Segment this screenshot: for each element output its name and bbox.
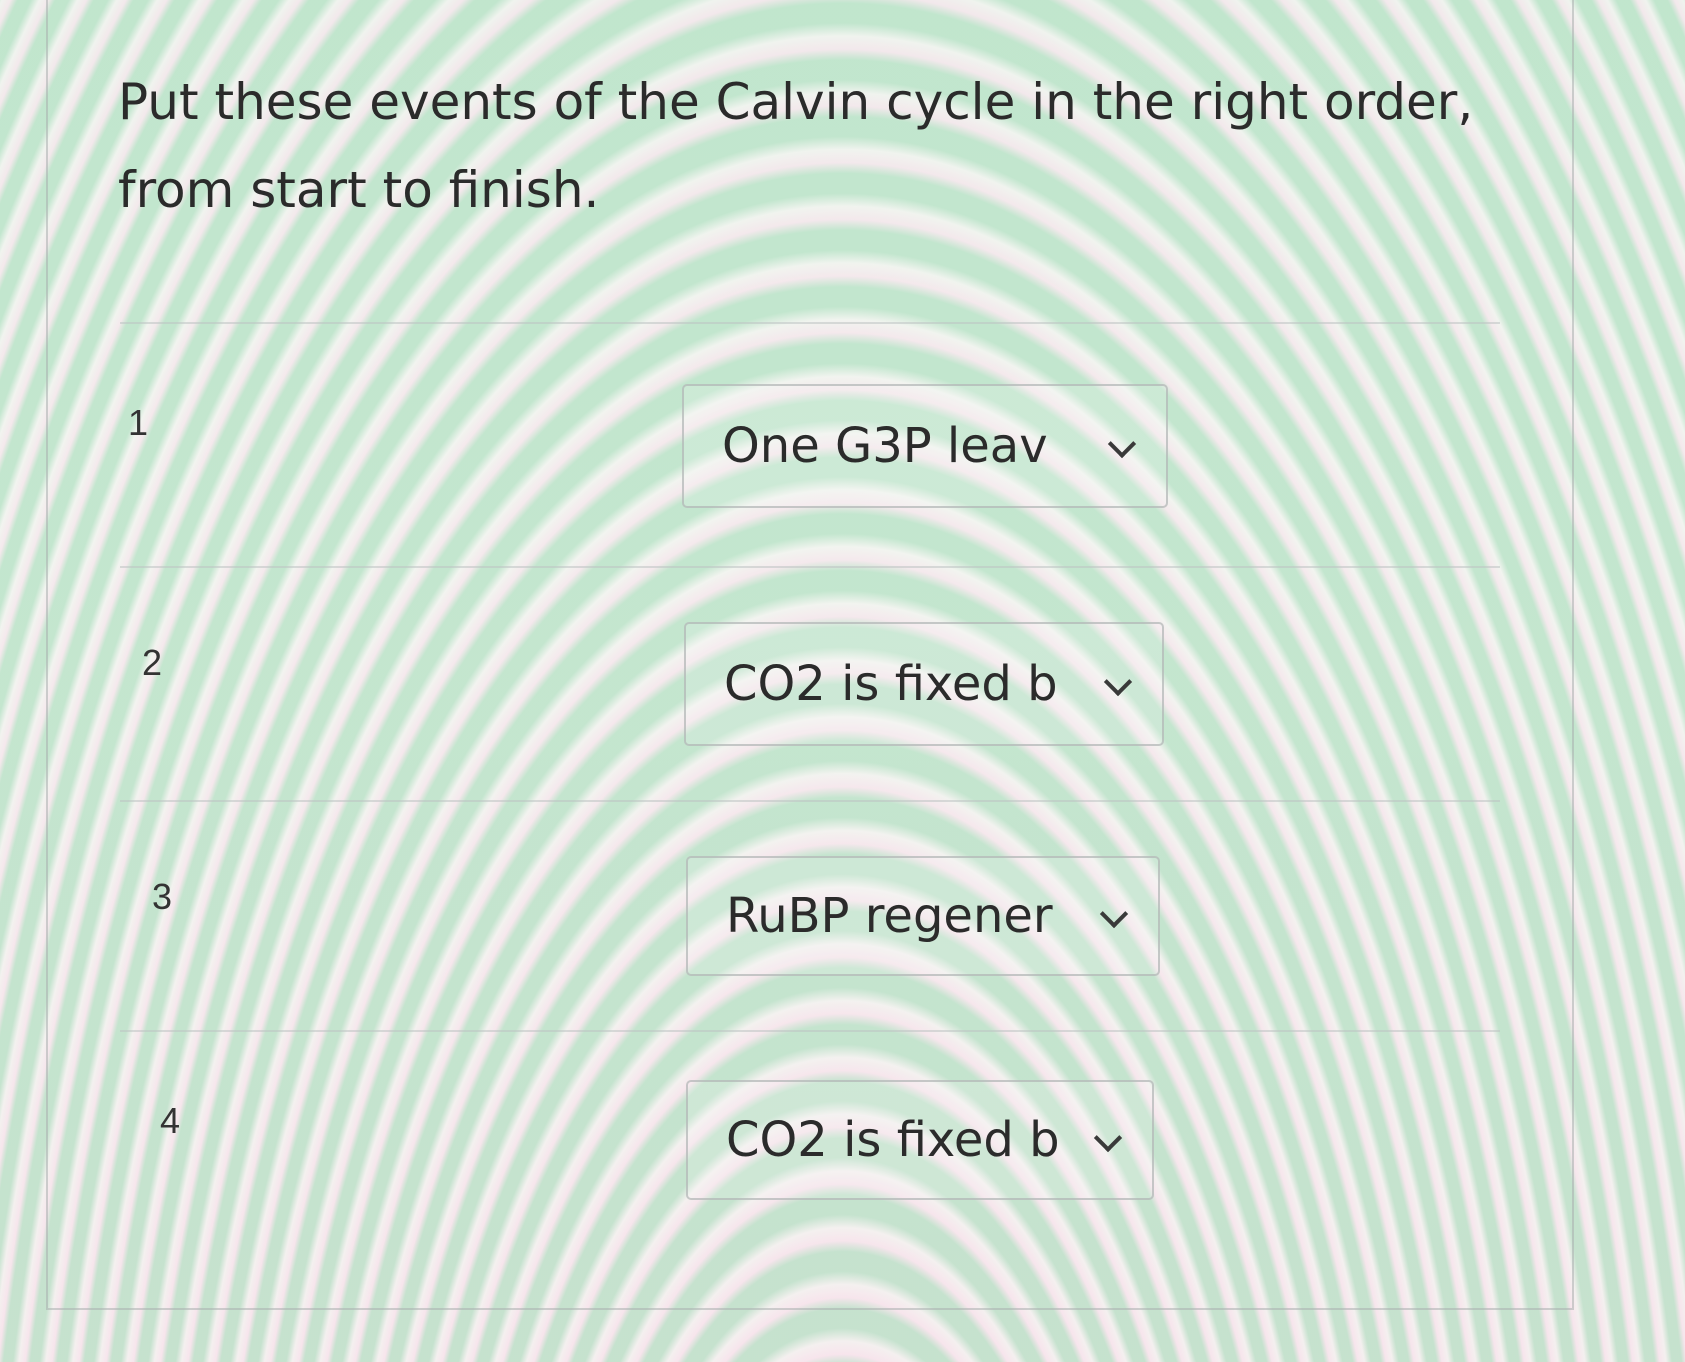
order-select-3-value: RuBP regener [726,888,1053,944]
row-number-2: 2 [142,642,163,683]
row-number-1: 1 [128,402,149,443]
question-prompt: Put these events of the Calvin cycle in … [118,73,1474,219]
row-divider [120,322,1500,324]
order-select-1[interactable]: One G3P leav [682,384,1168,508]
order-select-4[interactable]: CO2 is fixed b [686,1080,1154,1200]
row-divider [120,800,1500,802]
order-select-2-value: CO2 is fixed b [724,656,1058,712]
chevron-down-icon [1093,1123,1123,1153]
row-number-4: 4 [160,1100,181,1141]
chevron-down-icon [1099,899,1129,929]
order-select-3[interactable]: RuBP regener [686,856,1160,976]
order-select-4-value: CO2 is fixed b [726,1112,1060,1168]
row-divider [120,1030,1500,1032]
chevron-down-icon [1107,429,1137,459]
row-divider [120,566,1500,568]
order-select-2[interactable]: CO2 is fixed b [684,622,1164,746]
row-number-3: 3 [152,876,173,917]
order-select-1-value: One G3P leav [722,418,1048,474]
chevron-down-icon [1103,667,1133,697]
